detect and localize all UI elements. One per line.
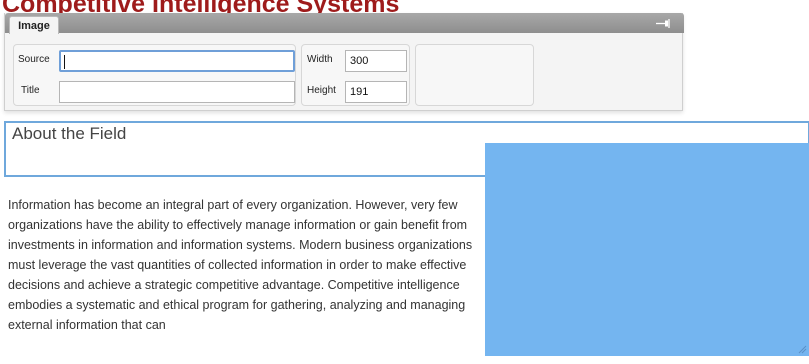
width-input[interactable]: 300	[345, 50, 407, 72]
source-title-group: Source Title	[13, 44, 296, 106]
title-input[interactable]	[59, 81, 295, 103]
dimensions-group: Width 300 Height 191	[301, 44, 410, 106]
resize-handle-icon[interactable]	[797, 344, 807, 354]
tab-image[interactable]: Image	[9, 16, 59, 34]
preview-group	[415, 44, 534, 106]
image-properties-dialog: Image Source Title Width 300 Height 191	[4, 13, 684, 111]
dialog-titlebar[interactable]: Image	[5, 13, 684, 34]
body-paragraph: Information has become an integral part …	[8, 198, 473, 332]
width-label: Width	[307, 54, 333, 65]
height-value: 191	[350, 86, 369, 98]
height-label: Height	[307, 85, 336, 96]
source-label: Source	[18, 54, 50, 65]
title-label: Title	[21, 85, 40, 96]
section-heading[interactable]: About the Field	[12, 124, 126, 144]
width-value: 300	[350, 55, 369, 67]
pin-icon[interactable]	[656, 19, 672, 28]
height-input[interactable]: 191	[345, 81, 407, 103]
text-caret	[64, 55, 65, 69]
source-input[interactable]	[59, 50, 295, 72]
image-placeholder[interactable]	[485, 143, 809, 356]
